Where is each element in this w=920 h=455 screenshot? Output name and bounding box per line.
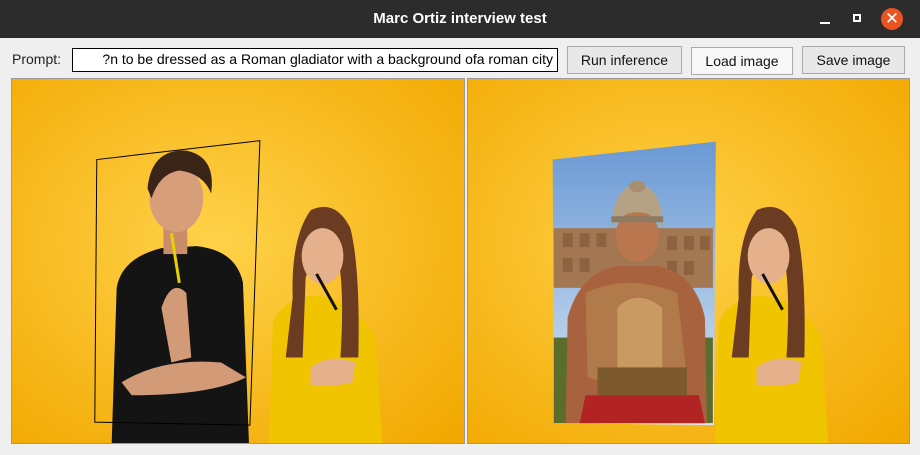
prompt-input[interactable]: n to be dressed as a Roman gladiator wit…: [72, 48, 558, 72]
save-image-button[interactable]: Save image: [802, 46, 905, 74]
output-image: [468, 79, 909, 443]
app-window: Marc Ortiz interview test ✕ Prompt: n to…: [0, 0, 920, 455]
title-bar[interactable]: Marc Ortiz interview test ✕: [0, 0, 920, 38]
generated-gladiator-region: [552, 141, 716, 426]
input-image: [12, 79, 464, 443]
prompt-label: Prompt:: [12, 51, 62, 67]
maximize-icon[interactable]: [848, 9, 868, 29]
toolbar: Prompt: n to be dressed as a Roman gladi…: [0, 40, 920, 76]
output-image-panel[interactable]: [467, 78, 910, 444]
window-title: Marc Ortiz interview test: [373, 10, 547, 27]
load-image-button[interactable]: Load image: [691, 47, 793, 75]
run-inference-button[interactable]: Run inference: [567, 46, 682, 74]
minimize-icon[interactable]: [815, 9, 835, 29]
input-image-panel[interactable]: [11, 78, 465, 444]
close-icon[interactable]: ✕: [881, 8, 903, 30]
